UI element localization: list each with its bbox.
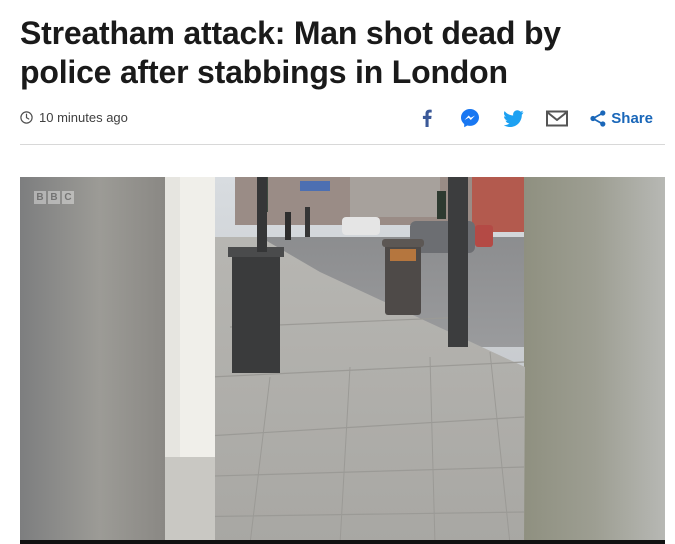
article-headline: Streatham attack: Man shot dead by polic… <box>20 15 561 90</box>
article-meta-row: 10 minutes ago Share <box>20 104 665 134</box>
share-bar: Share <box>422 104 653 132</box>
video-player[interactable]: B B C <box>20 177 665 544</box>
share-button[interactable]: Share <box>590 110 653 127</box>
twitter-icon[interactable] <box>504 109 524 127</box>
bbc-watermark-logo: B B C <box>34 191 74 204</box>
messenger-icon[interactable] <box>460 108 480 128</box>
timestamp-text: 10 minutes ago <box>39 110 128 125</box>
clock-icon <box>20 111 33 124</box>
share-label: Share <box>611 109 653 127</box>
video-still-image <box>20 177 665 544</box>
email-icon[interactable] <box>546 110 569 127</box>
timestamp: 10 minutes ago <box>20 110 128 125</box>
facebook-icon[interactable] <box>422 109 432 127</box>
divider <box>20 144 665 145</box>
video-bottom-bar <box>20 540 665 544</box>
share-icon <box>590 109 606 127</box>
